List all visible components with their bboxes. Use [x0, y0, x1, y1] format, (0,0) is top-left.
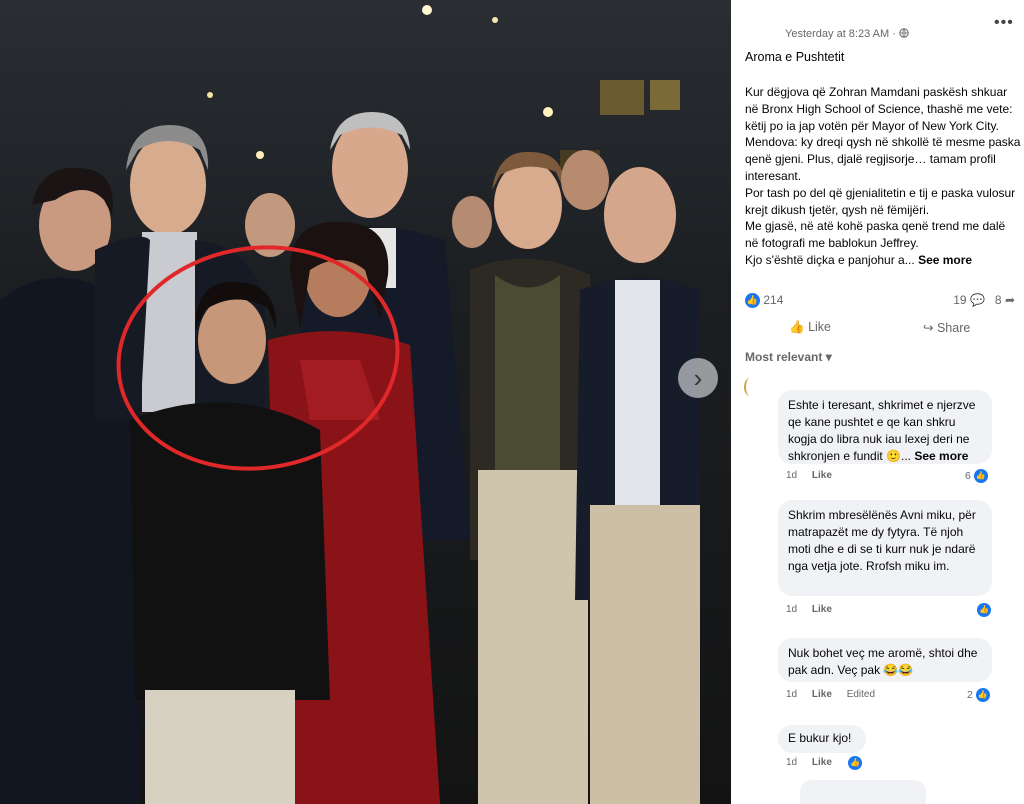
post-paragraph: Por tash po del që gjenialitetin e tij e… — [745, 185, 1016, 217]
comment-meta: 1d Like — [786, 757, 832, 768]
reaction-summary[interactable]: 👍 214 — [745, 293, 784, 309]
share-arrow-icon: ➦ — [1004, 293, 1015, 307]
engagement-counts: 19 💬 8 ➦ — [953, 293, 1015, 307]
comment-bubble: Shkrim mbresëlënës Avni miku, për matrap… — [778, 500, 992, 596]
comment-reaction[interactable]: 2 👍 — [967, 688, 990, 702]
like-reaction-icon: 👍 — [975, 688, 990, 702]
comment-meta: 1d Like Edited — [786, 689, 876, 700]
share-icon: ↪ — [923, 321, 934, 335]
share-count[interactable]: 8 — [995, 293, 1002, 307]
globe-icon — [899, 28, 909, 38]
comment-like-button[interactable]: Like — [812, 757, 832, 768]
caret-down-icon: ▾ — [825, 350, 832, 364]
post-paragraph: Me gjasë, në atë kohë paska qenë trend m… — [745, 219, 1006, 251]
photo-viewer: › — [0, 0, 731, 804]
comment-count[interactable]: 19 — [953, 293, 966, 307]
comment-like-button[interactable]: Like — [812, 470, 832, 481]
comment-bubble: E bukur kjo! — [778, 725, 866, 753]
post-paragraph-truncated: Kjo s'është diçka e panjohur a... See mo… — [745, 252, 973, 267]
comment-like-button[interactable]: Like — [812, 604, 832, 615]
group-photo — [0, 0, 731, 804]
see-more-link[interactable]: See more — [918, 253, 972, 267]
post-title: Aroma e Pushtetit — [745, 50, 845, 64]
comment-bubble: Eshte i teresant, shkrimet e njerzve qe … — [778, 390, 992, 464]
comment-meta: 1d Like — [786, 604, 832, 615]
comment-reaction[interactable]: 6 👍 — [965, 469, 988, 483]
comment-bubble-partial — [800, 780, 926, 804]
post-actions: 👍 Like ↪ Share — [745, 320, 1015, 340]
comment-sort-dropdown[interactable]: Most relevant ▾ — [745, 350, 832, 364]
post-text: Kur dëgjova që Zohran Mamdani paskësh sh… — [745, 84, 1021, 269]
comment-like-button[interactable]: Like — [812, 689, 832, 700]
reaction-count: 214 — [763, 293, 784, 307]
post-paragraph: Mendova: ky dreqi qysh në shkollë të mes… — [745, 135, 1021, 183]
more-options-icon[interactable]: ••• — [994, 14, 1014, 32]
comment-meta: 1d Like — [786, 470, 832, 481]
next-photo-button[interactable]: › — [678, 358, 718, 398]
comment-icon: 💬 — [969, 293, 985, 307]
chevron-right-icon: › — [693, 362, 703, 393]
comment-bubble: Nuk bohet veç me aromë, shtoi dhe pak ad… — [778, 638, 992, 682]
post-timestamp[interactable]: Yesterday at 8:23 AM · — [785, 28, 909, 40]
comment-reaction[interactable]: 👍 — [848, 756, 862, 770]
comment-see-more-link[interactable]: See more — [914, 449, 968, 463]
post-paragraph: Kur dëgjova që Zohran Mamdani paskësh sh… — [745, 85, 1013, 133]
comment-avatar[interactable] — [744, 378, 756, 396]
like-reaction-icon: 👍 — [848, 756, 862, 770]
like-reaction-icon: 👍 — [973, 469, 988, 483]
comment-reaction[interactable]: 👍 — [977, 603, 991, 617]
reactions-bar: 👍 214 19 💬 8 ➦ — [745, 293, 1015, 311]
like-reaction-icon: 👍 — [745, 293, 760, 309]
share-button[interactable]: ↪ Share — [923, 320, 970, 335]
like-button[interactable]: 👍 Like — [789, 320, 831, 335]
like-reaction-icon: 👍 — [977, 603, 991, 617]
thumbs-up-icon: 👍 — [789, 320, 805, 334]
